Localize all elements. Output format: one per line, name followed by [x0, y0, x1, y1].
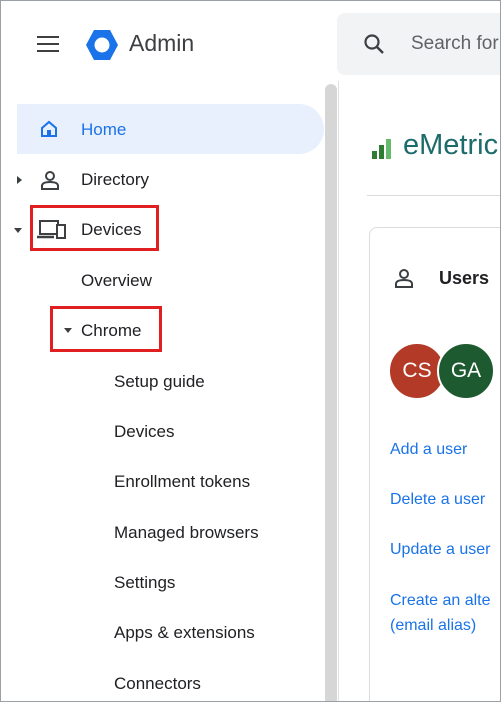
person-icon [395, 269, 413, 288]
search-icon[interactable] [363, 33, 385, 55]
sidebar-item-directory[interactable]: Directory [81, 170, 149, 190]
sidebar-item-home-label: Home [81, 120, 127, 139]
hamburger-menu-icon[interactable] [37, 36, 59, 52]
app-title: Admin [129, 30, 195, 56]
admin-console-window: Admin Search for Home Directory Devices … [0, 0, 501, 702]
divider [338, 81, 339, 701]
delete-user-link[interactable]: Delete a user [390, 491, 485, 509]
sidebar-item-home[interactable] [17, 104, 324, 154]
sidebar-item-connectors[interactable]: Connectors [114, 674, 201, 694]
collapse-caret-icon[interactable] [14, 228, 22, 233]
sidebar-item-overview[interactable]: Overview [81, 271, 152, 291]
search-input[interactable]: Search for [411, 33, 499, 55]
users-card-title: Users [439, 268, 490, 288]
add-user-link[interactable]: Add a user [390, 441, 467, 459]
sidebar-item-setup-guide[interactable]: Setup guide [114, 372, 205, 392]
sidebar-item-chrome-devices[interactable]: Devices [114, 422, 174, 442]
sidebar-item-chrome[interactable]: Chrome [81, 321, 141, 341]
avatar[interactable]: GA [437, 342, 495, 400]
sidebar-item-managed-browsers[interactable]: Managed browsers [114, 523, 259, 543]
sidebar-item-enrollment-tokens[interactable]: Enrollment tokens [114, 472, 250, 492]
person-icon [41, 171, 59, 190]
devices-icon [37, 220, 66, 239]
expand-caret-icon[interactable] [17, 176, 22, 184]
sidebar-item-devices[interactable]: Devices [81, 220, 141, 240]
sidebar-scrollbar[interactable] [325, 84, 337, 701]
divider [367, 195, 500, 196]
create-alternate-email-link-cont[interactable]: (email alias) [390, 617, 476, 635]
sidebar-item-apps-extensions[interactable]: Apps & extensions [114, 623, 255, 643]
brand-name: eMetric [403, 129, 499, 161]
update-user-link[interactable]: Update a user [390, 541, 491, 559]
sidebar-item-settings[interactable]: Settings [114, 573, 175, 593]
emetric-logo-icon [372, 139, 391, 159]
admin-logo-icon [86, 30, 118, 60]
create-alternate-email-link[interactable]: Create an alte [390, 592, 491, 610]
collapse-caret-icon[interactable] [64, 328, 72, 333]
home-icon [41, 120, 57, 137]
